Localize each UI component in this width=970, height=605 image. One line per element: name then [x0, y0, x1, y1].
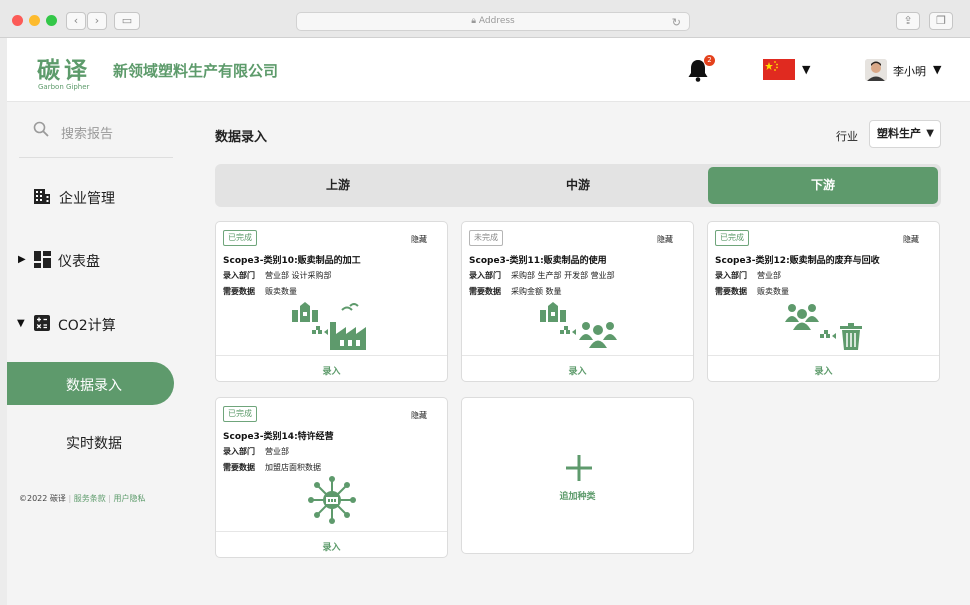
add-category-label: 追加种类: [559, 492, 596, 502]
status-badge: 已完成: [223, 406, 257, 422]
logo-subtitle: Garbon Gipher: [38, 83, 90, 91]
card-divider: [708, 355, 939, 356]
browser-toolbar: ‹ › ▭ 🔒︎ Address ↻ ⇪ ❐: [0, 0, 970, 38]
card-title: Scope3-类别11:贩卖制品的使用: [469, 256, 607, 266]
sidebar-toggle-icon[interactable]: ▭: [114, 12, 140, 30]
copyright-text: ©2022 碳译: [19, 494, 66, 503]
forward-button[interactable]: ›: [87, 12, 107, 30]
franchise-network-icon: [308, 476, 356, 524]
tab-downstream[interactable]: 下游: [708, 167, 938, 204]
category-card: 已完成 隐藏 Scope3-类别12:贩卖制品的废弃与回收 录入部门 营业部 需要…: [707, 221, 940, 382]
consumer-icon: [540, 302, 617, 348]
address-text: Address: [478, 16, 515, 26]
page-title: 数据录入: [215, 130, 268, 145]
user-name[interactable]: 李小明: [893, 63, 926, 79]
card-divider: [462, 355, 693, 356]
card-departments: 录入部门 营业部 设计采购部: [223, 271, 332, 280]
industry-select[interactable]: 塑料生产 ▼: [869, 120, 941, 148]
card-required-data: 需要数据 贩卖数量: [715, 287, 789, 296]
lock-icon: 🔒︎: [471, 16, 477, 26]
card-title: Scope3-类别12:贩卖制品的废弃与回收: [715, 256, 880, 266]
minimize-window-button[interactable]: [29, 15, 40, 26]
card-departments: 录入部门 营业部: [715, 271, 781, 280]
industry-label: 行业: [836, 130, 858, 143]
industry-value: 塑料生产: [877, 127, 921, 140]
sidebar-footer: ©2022 碳译 | 服务条款 | 用户隐私: [19, 494, 146, 503]
avatar[interactable]: [865, 59, 887, 81]
plus-icon: [566, 455, 592, 481]
tab-midstream[interactable]: 中游: [458, 167, 698, 204]
user-dropdown-icon[interactable]: ▼: [933, 63, 941, 76]
expand-right-icon[interactable]: ▶: [18, 254, 26, 265]
reload-icon[interactable]: ↻: [672, 14, 681, 31]
card-divider: [216, 355, 447, 356]
back-button[interactable]: ‹: [66, 12, 86, 30]
hide-button[interactable]: 隐藏: [657, 234, 673, 245]
stream-tabs: 上游 中游 下游: [215, 164, 941, 207]
entry-button[interactable]: 录入: [216, 364, 447, 377]
sidebar-item-label: 实时数据: [66, 436, 122, 452]
address-bar[interactable]: 🔒︎ Address ↻: [296, 12, 690, 31]
card-required-data: 需要数据 采购金额 数量: [469, 287, 562, 296]
factory-icon: [292, 302, 366, 350]
expand-down-icon[interactable]: ▼: [17, 318, 25, 329]
card-title: Scope3-类别10:贩卖制品的加工: [223, 256, 361, 266]
close-window-button[interactable]: [12, 15, 23, 26]
card-title: Scope3-类别14:特许经营: [223, 432, 334, 442]
maximize-window-button[interactable]: [46, 15, 57, 26]
category-card: 已完成 隐藏 Scope3-类别14:特许经营 录入部门 营业部 需要数据 加盟店面…: [215, 397, 448, 558]
sidebar-item-label: 企业管理: [59, 191, 115, 207]
category-card: 已完成 隐藏 Scope3-类别10:贩卖制品的加工 录入部门 营业部 设计采购部…: [215, 221, 448, 382]
sidebar-item-label: 仪表盘: [58, 254, 100, 270]
sidebar-item-label: 数据录入: [66, 378, 122, 394]
app-window: 碳译 Garbon Gipher 新领域塑料生产有限公司 2 ▼ 李小明 ▼ 搜…: [7, 38, 970, 605]
card-departments: 录入部门 营业部: [223, 447, 289, 456]
status-badge: 已完成: [715, 230, 749, 246]
card-departments: 录入部门 采购部 生产部 开发部 营业部: [469, 271, 615, 280]
company-name: 新领域塑料生产有限公司: [113, 62, 279, 80]
search-input[interactable]: 搜索报告: [61, 123, 113, 142]
notification-badge: 2: [704, 55, 715, 66]
cn-flag-icon[interactable]: [763, 59, 795, 80]
search-icon[interactable]: [33, 121, 49, 137]
card-divider: [216, 531, 447, 532]
status-badge: 未完成: [469, 230, 503, 246]
card-required-data: 需要数据 加盟店面积数据: [223, 463, 321, 472]
tabs-icon[interactable]: ❐: [929, 12, 953, 30]
chevron-down-icon: ▼: [926, 128, 934, 139]
sidebar-item-label: CO2计算: [58, 318, 116, 334]
add-category-card[interactable]: 追加种类: [461, 397, 694, 554]
calculator-icon: [34, 315, 50, 331]
sidebar-divider: [19, 157, 173, 158]
card-required-data: 需要数据 贩卖数量: [223, 287, 297, 296]
entry-button[interactable]: 录入: [462, 364, 693, 377]
share-icon[interactable]: ⇪: [896, 12, 920, 30]
terms-link[interactable]: 服务条款: [74, 494, 106, 503]
hide-button[interactable]: 隐藏: [411, 410, 427, 421]
top-bar: 碳译 Garbon Gipher 新领域塑料生产有限公司 2 ▼ 李小明 ▼: [7, 38, 970, 102]
logo-text[interactable]: 碳译: [37, 51, 91, 85]
privacy-link[interactable]: 用户隐私: [114, 494, 146, 503]
building-icon: [34, 189, 50, 204]
category-card: 未完成 隐藏 Scope3-类别11:贩卖制品的使用 录入部门 采购部 生产部 开…: [461, 221, 694, 382]
hide-button[interactable]: 隐藏: [411, 234, 427, 245]
entry-button[interactable]: 录入: [216, 540, 447, 553]
entry-button[interactable]: 录入: [708, 364, 939, 377]
status-badge: 已完成: [223, 230, 257, 246]
dashboard-icon: [34, 251, 51, 268]
tab-upstream[interactable]: 上游: [218, 167, 458, 204]
hide-button[interactable]: 隐藏: [903, 234, 919, 245]
trash-bin-icon: [785, 304, 862, 350]
language-dropdown-icon[interactable]: ▼: [802, 63, 810, 76]
